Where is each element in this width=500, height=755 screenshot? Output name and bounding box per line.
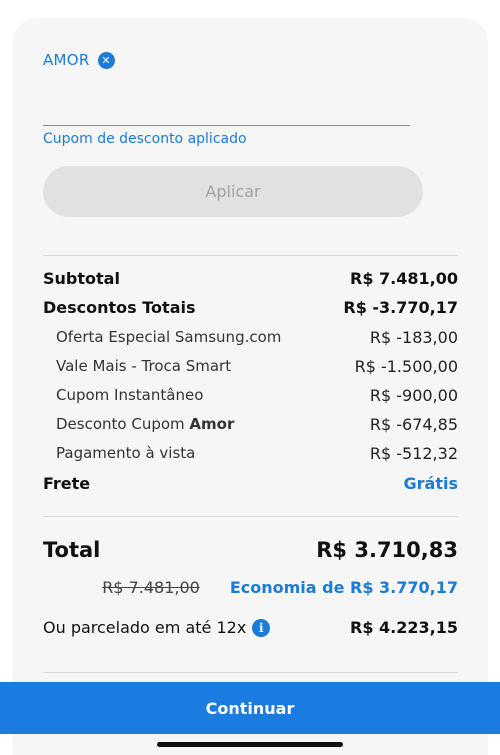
total-discounts-label: Descontos Totais <box>43 297 196 317</box>
shipping-label: Frete <box>43 473 91 493</box>
discount-label: Desconto Cupom Amor <box>56 415 234 433</box>
discount-value: R$ -900,00 <box>369 385 458 405</box>
discount-value: R$ -183,00 <box>369 327 458 347</box>
discount-value: R$ -674,85 <box>369 414 458 434</box>
original-price: R$ 7.481,00 <box>102 578 200 597</box>
divider <box>43 255 458 256</box>
total-value: R$ 3.710,83 <box>316 538 458 562</box>
discount-label-prefix: Desconto Cupom <box>56 415 190 433</box>
remove-coupon-icon[interactable]: ✕ <box>97 51 115 69</box>
apply-coupon-button[interactable]: Aplicar <box>43 166 423 217</box>
total-discounts-row: Descontos Totais R$ -3.770,17 <box>43 296 458 318</box>
total-discounts-value: R$ -3.770,17 <box>343 297 458 317</box>
discount-row: Pagamento à vista R$ -512,32 <box>56 442 458 464</box>
discount-row: Desconto Cupom Amor R$ -674,85 <box>56 413 458 435</box>
coupon-code: AMOR <box>43 51 90 69</box>
total-row: Total R$ 3.710,83 <box>43 538 458 562</box>
info-icon[interactable]: i <box>252 618 271 637</box>
discount-value: R$ -512,32 <box>369 443 458 463</box>
discount-row: Vale Mais - Troca Smart R$ -1.500,00 <box>56 355 458 377</box>
discount-label: Pagamento à vista <box>56 444 196 462</box>
coupon-name: Amor <box>189 415 235 433</box>
discount-row: Cupom Instantâneo R$ -900,00 <box>56 384 458 406</box>
discount-row: Oferta Especial Samsung.com R$ -183,00 <box>56 326 458 348</box>
applied-coupon-chip: AMOR ✕ <box>43 51 115 69</box>
discount-value: R$ -1.500,00 <box>354 356 458 376</box>
coupon-input[interactable] <box>43 96 410 126</box>
divider <box>43 516 458 517</box>
savings-row: R$ 7.481,00 Economia de R$ 3.770,17 <box>43 578 458 597</box>
installment-label-group: Ou parcelado em até 12x i <box>43 618 271 637</box>
discount-label: Cupom Instantâneo <box>56 386 204 404</box>
continue-button[interactable]: Continuar <box>0 682 500 734</box>
installment-label: Ou parcelado em até 12x <box>43 618 247 637</box>
discount-label: Vale Mais - Troca Smart <box>56 357 232 375</box>
installment-row: Ou parcelado em até 12x i R$ 4.223,15 <box>43 618 458 637</box>
divider <box>43 672 458 673</box>
coupon-helper-text: Cupom de desconto aplicado <box>43 131 247 147</box>
subtotal-label: Subtotal <box>43 268 120 288</box>
shipping-value: Grátis <box>403 473 458 493</box>
shipping-row: Frete Grátis <box>43 472 458 494</box>
savings-text: Economia de R$ 3.770,17 <box>229 578 458 597</box>
subtotal-value: R$ 7.481,00 <box>350 268 458 288</box>
discount-label: Oferta Especial Samsung.com <box>56 328 282 346</box>
total-label: Total <box>43 538 101 562</box>
home-indicator <box>157 742 343 747</box>
installment-value: R$ 4.223,15 <box>350 618 458 637</box>
subtotal-row: Subtotal R$ 7.481,00 <box>43 267 458 289</box>
